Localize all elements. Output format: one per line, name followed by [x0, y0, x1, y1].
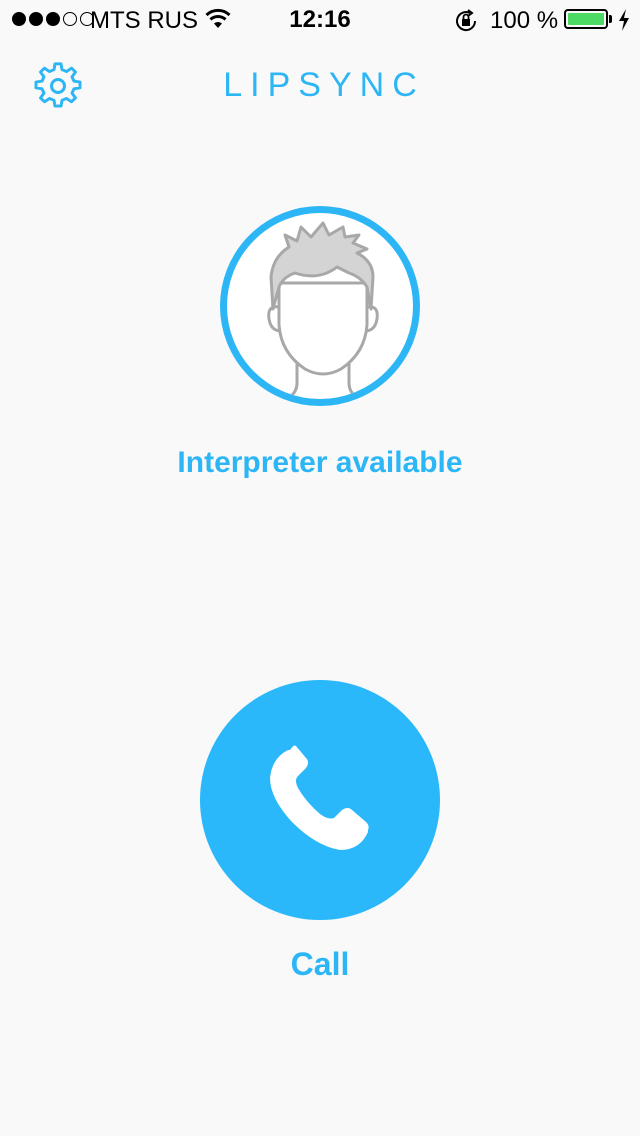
person-avatar-icon — [267, 221, 379, 399]
call-button[interactable] — [200, 680, 440, 920]
charging-bolt-icon — [617, 8, 631, 39]
phone-icon — [270, 745, 369, 850]
battery-percentage: 100 % — [490, 7, 559, 34]
battery-level-fill — [568, 13, 604, 25]
battery-cap — [609, 15, 612, 23]
app-screen: MTS RUS 12:16 100 % LIPSYNC Interpreter … — [0, 0, 640, 1136]
status-bar: MTS RUS 12:16 100 % — [0, 0, 640, 40]
call-label[interactable]: Call — [0, 946, 640, 983]
interpreter-avatar — [220, 206, 420, 406]
orientation-lock-icon — [453, 8, 479, 41]
app-title: LIPSYNC — [223, 66, 425, 104]
interpreter-status: Interpreter available — [177, 446, 463, 479]
battery-icon — [564, 9, 608, 29]
